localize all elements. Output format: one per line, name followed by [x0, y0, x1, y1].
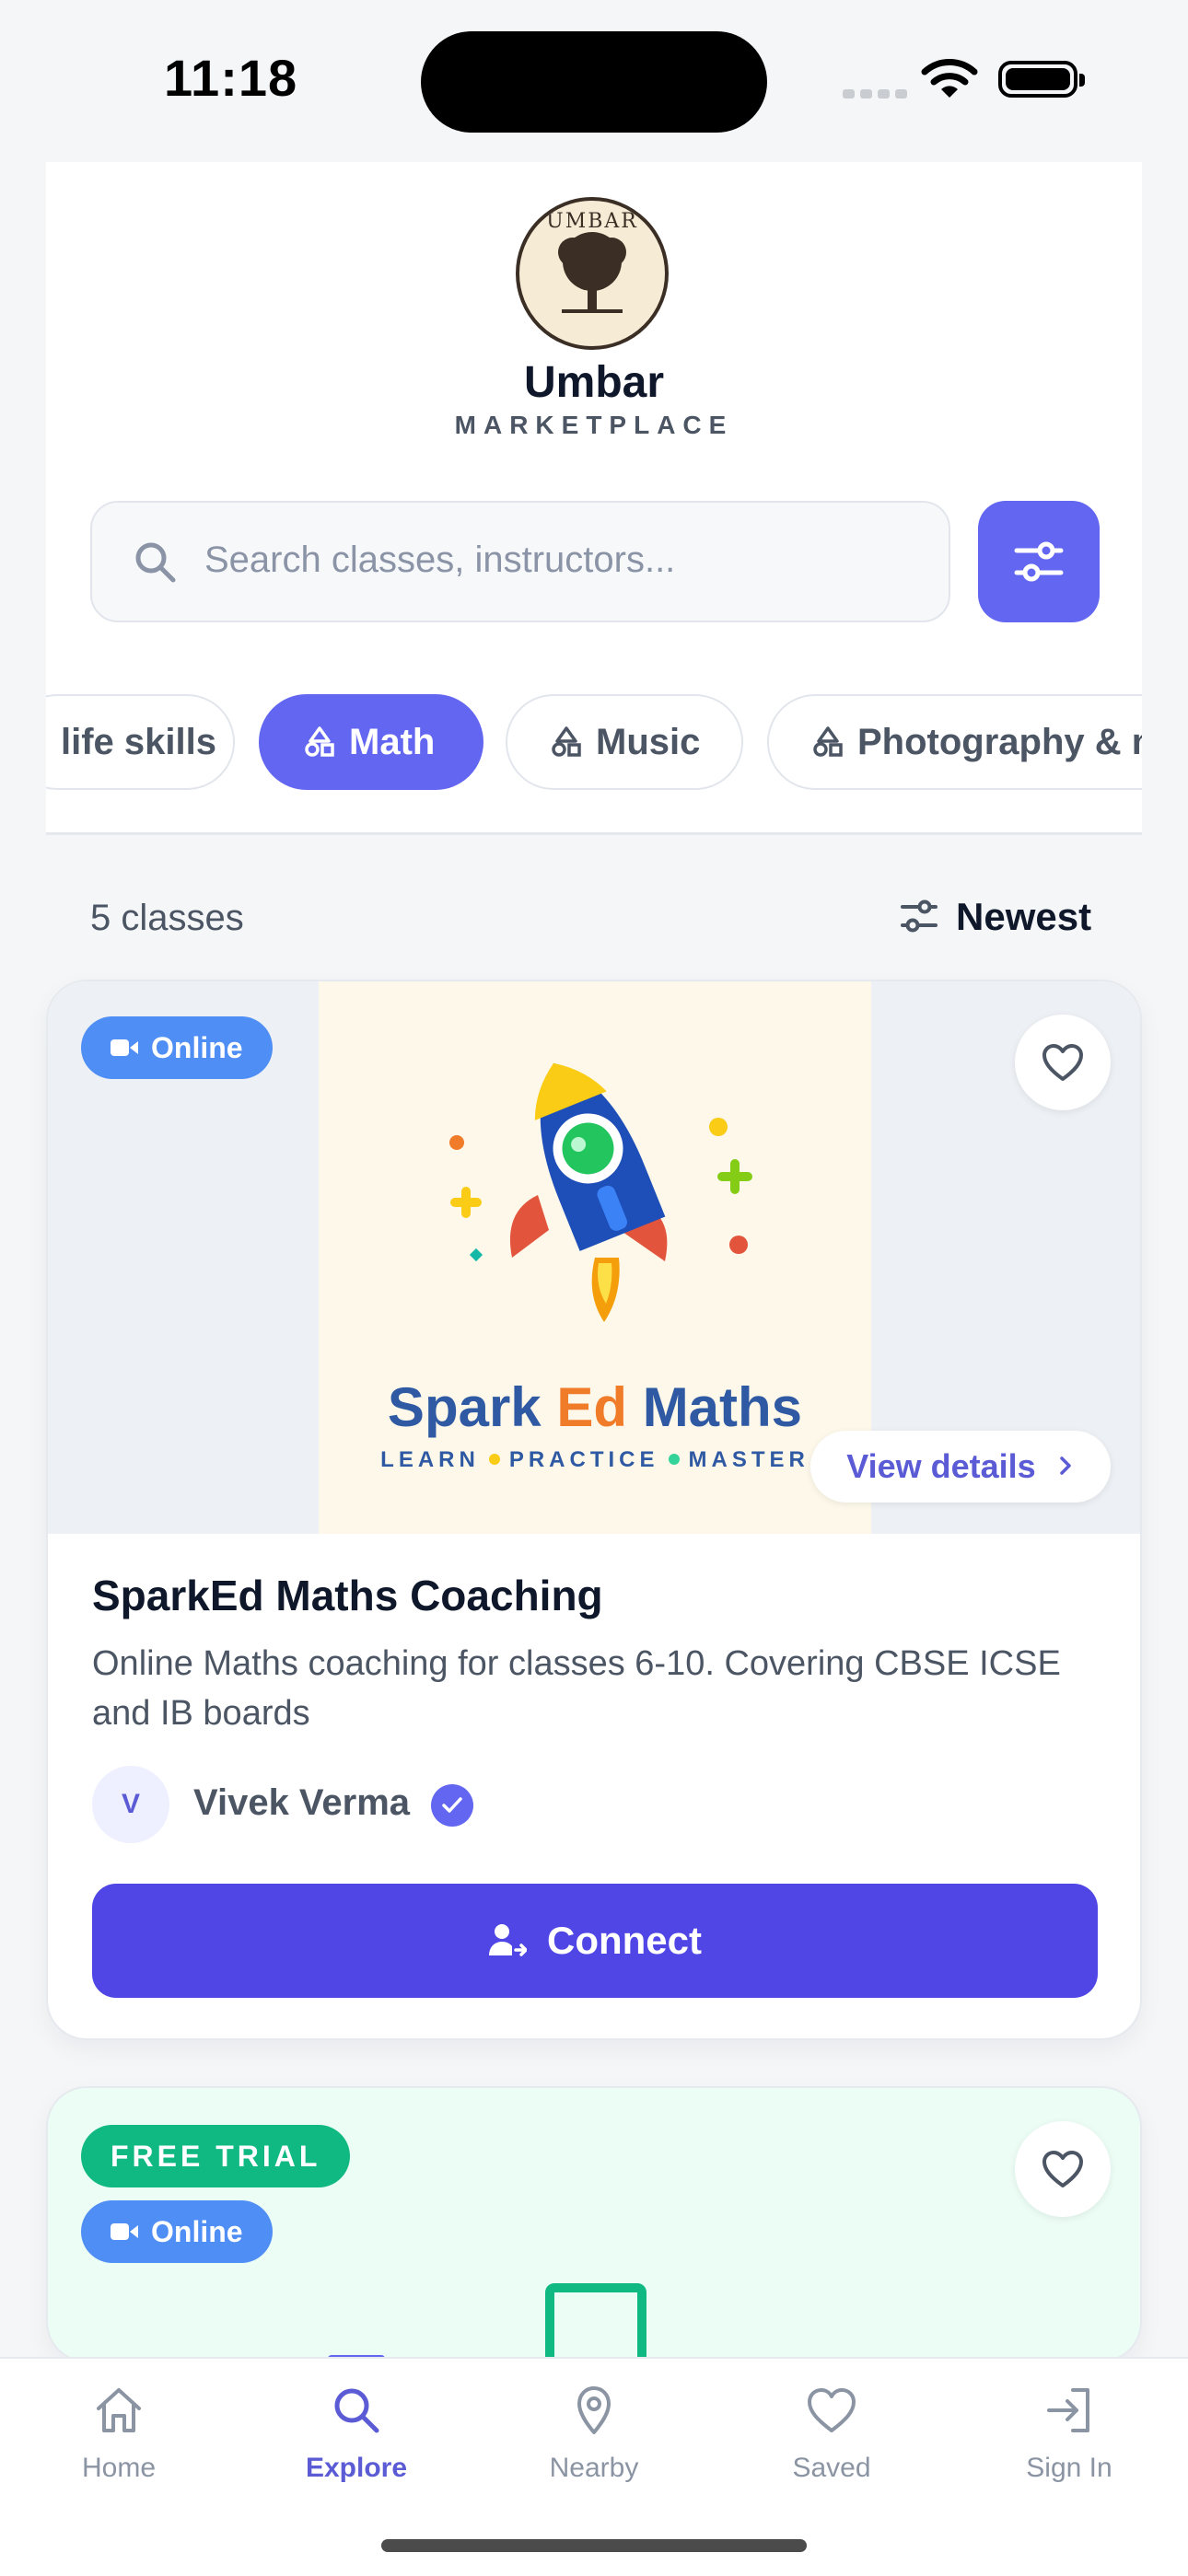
class-description: Online Maths coaching for classes 6-10. … — [92, 1644, 1061, 1733]
connect-button[interactable]: Connect — [92, 1884, 1098, 1998]
cellular-signal-icon — [843, 87, 913, 103]
favorite-button[interactable] — [1015, 2121, 1111, 2217]
rocket-illustration — [449, 1062, 752, 1322]
online-badge: Online — [81, 2200, 273, 2263]
poster-title: Spark Ed Maths — [387, 1376, 803, 1438]
wifi-icon — [921, 59, 978, 98]
results-count: 5 classes — [90, 898, 244, 938]
chip-life-skills[interactable]: life skills — [46, 694, 235, 790]
sort-button[interactable]: Newest — [899, 895, 1091, 939]
heart-icon — [1042, 1044, 1083, 1081]
search-input[interactable]: Search classes, instructors... — [90, 501, 950, 622]
status-bar: 11:18 — [0, 0, 1188, 157]
chevron-right-icon — [1059, 1456, 1071, 1476]
free-trial-badge: FREE TRIAL — [81, 2125, 351, 2187]
sliders-icon — [1014, 541, 1064, 582]
umbar-logo: UMBAR — [516, 197, 669, 350]
chip-photography[interactable]: Photography & m — [767, 694, 1142, 790]
heart-icon — [1042, 2151, 1083, 2187]
instructor-name: Vivek Verma — [193, 1782, 411, 1823]
tab-nearby[interactable]: Nearby — [475, 2359, 713, 2506]
shapes-icon — [552, 726, 581, 758]
chip-music[interactable]: Music — [506, 694, 743, 790]
brand-subtitle: MARKETPLACE — [454, 411, 734, 439]
verified-icon — [431, 1784, 473, 1827]
calculator-icon — [545, 2283, 646, 2361]
online-badge: Online — [81, 1016, 273, 1079]
shapes-icon — [813, 726, 843, 758]
status-time: 11:18 — [164, 49, 298, 107]
tab-sign-in[interactable]: Sign In — [950, 2359, 1188, 2506]
tab-explore[interactable]: Explore — [238, 2359, 475, 2506]
class-poster: Spark Ed Maths LEARN PRACTICE MASTER — [319, 981, 871, 1534]
avatar: V — [92, 1766, 169, 1843]
class-title: SparkEd Maths Coaching — [92, 1572, 603, 1619]
view-details-button[interactable]: View details — [810, 1431, 1111, 1503]
category-chips: life skills Math Music Photography & m — [46, 689, 1142, 835]
home-icon — [97, 2388, 141, 2432]
sign-in-icon — [1047, 2388, 1089, 2432]
poster-tagline: LEARN PRACTICE MASTER — [380, 1447, 809, 1472]
filter-button[interactable] — [978, 501, 1100, 622]
chip-math[interactable]: Math — [259, 694, 483, 790]
search-placeholder: Search classes, instructors... — [204, 540, 676, 580]
class-card[interactable]: FREE TRIAL Online — [46, 2086, 1142, 2362]
search-icon — [135, 542, 176, 583]
video-camera-icon — [111, 1039, 138, 1056]
brand-name: Umbar — [523, 358, 665, 407]
favorite-button[interactable] — [1015, 1015, 1111, 1110]
sort-icon — [901, 899, 938, 933]
tab-home[interactable]: Home — [0, 2359, 238, 2506]
map-pin-icon — [577, 2386, 611, 2434]
home-indicator — [381, 2539, 807, 2552]
video-camera-icon — [111, 2222, 138, 2240]
class-card[interactable]: Spark Ed Maths LEARN PRACTICE MASTER Onlin… — [46, 980, 1142, 2040]
dynamic-island — [421, 31, 767, 133]
tab-saved[interactable]: Saved — [713, 2359, 950, 2506]
shapes-icon — [305, 726, 334, 758]
battery-icon — [998, 61, 1085, 98]
user-add-icon — [489, 1923, 528, 1956]
app-header: UMBAR Umbar MARKETPLACE — [46, 162, 1142, 470]
search-icon — [334, 2388, 379, 2433]
heart-icon — [808, 2388, 856, 2432]
search-row: Search classes, instructors... — [46, 468, 1142, 698]
